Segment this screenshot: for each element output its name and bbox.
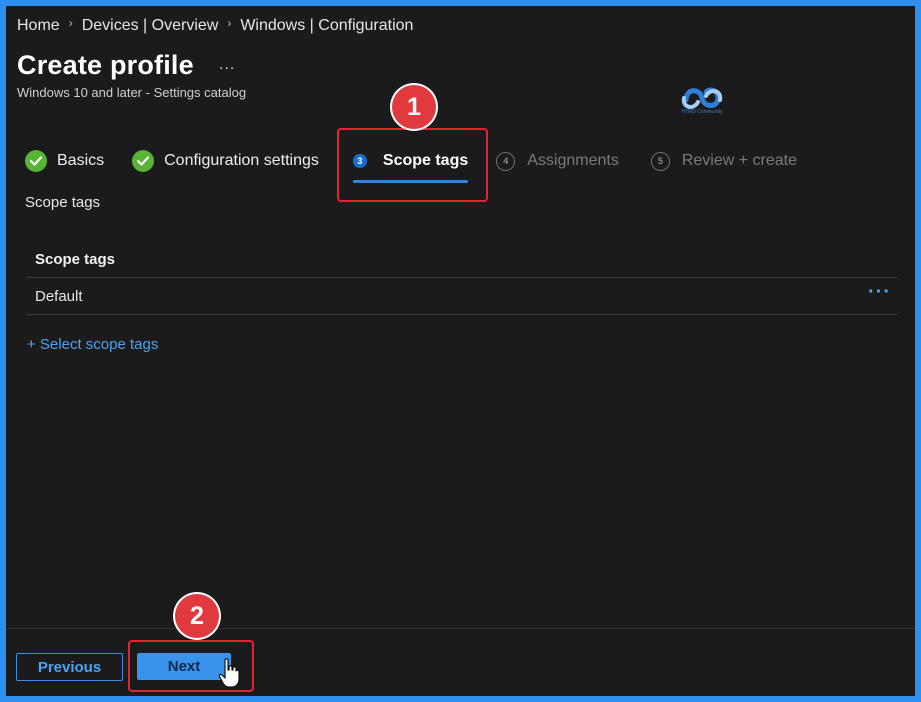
logo-text: HTMD Community	[681, 109, 723, 115]
step-configuration-settings[interactable]: Configuration settings	[132, 150, 319, 172]
step-review-create[interactable]: 5 Review + create	[650, 151, 798, 171]
breadcrumb-devices-overview[interactable]: Devices | Overview	[82, 17, 219, 35]
page-subtitle: Windows 10 and later - Settings catalog	[17, 85, 247, 100]
chevron-right-icon: ›	[227, 16, 232, 30]
breadcrumb: Home › Devices | Overview › Windows | Co…	[17, 16, 413, 35]
section-label: Scope tags	[25, 194, 101, 211]
step-label: Assignments	[527, 152, 619, 169]
step-label: Configuration settings	[164, 152, 319, 169]
checkmark-icon	[132, 150, 155, 172]
column-header-scope-tags: Scope tags	[35, 250, 116, 268]
previous-button[interactable]: Previous	[16, 653, 123, 681]
hand-cursor-icon	[218, 658, 240, 688]
step-number-badge: 4	[496, 151, 516, 171]
checkmark-icon	[25, 150, 47, 172]
breadcrumb-windows-configuration[interactable]: Windows | Configuration	[240, 17, 413, 35]
annotation-badge-2: 2	[175, 594, 219, 638]
highlight-scope-tags-step	[337, 128, 488, 202]
chevron-right-icon: ›	[68, 16, 73, 30]
page-frame: Home › Devices | Overview › Windows | Co…	[6, 6, 915, 696]
step-label: Basics	[57, 152, 105, 169]
step-basics[interactable]: Basics	[25, 150, 104, 172]
table-row[interactable]: Default ···	[26, 278, 897, 315]
breadcrumb-home[interactable]: Home	[17, 17, 60, 35]
footer-divider	[6, 628, 915, 629]
step-number-badge: 5	[650, 151, 670, 171]
scope-tag-name: Default	[35, 287, 83, 305]
row-more-icon[interactable]: ···	[868, 281, 891, 304]
scope-tags-table: Scope tags Default ···	[26, 241, 897, 315]
annotation-badge-1: 1	[392, 85, 436, 129]
table-header: Scope tags	[26, 241, 897, 278]
select-scope-tags-link[interactable]: + Select scope tags	[27, 336, 158, 353]
step-assignments[interactable]: 4 Assignments	[496, 151, 619, 171]
step-label: Review + create	[681, 152, 798, 169]
page-title: Create profile	[17, 50, 194, 80]
title-more-icon[interactable]: ...	[219, 56, 235, 74]
htmd-logo-icon	[681, 87, 723, 109]
